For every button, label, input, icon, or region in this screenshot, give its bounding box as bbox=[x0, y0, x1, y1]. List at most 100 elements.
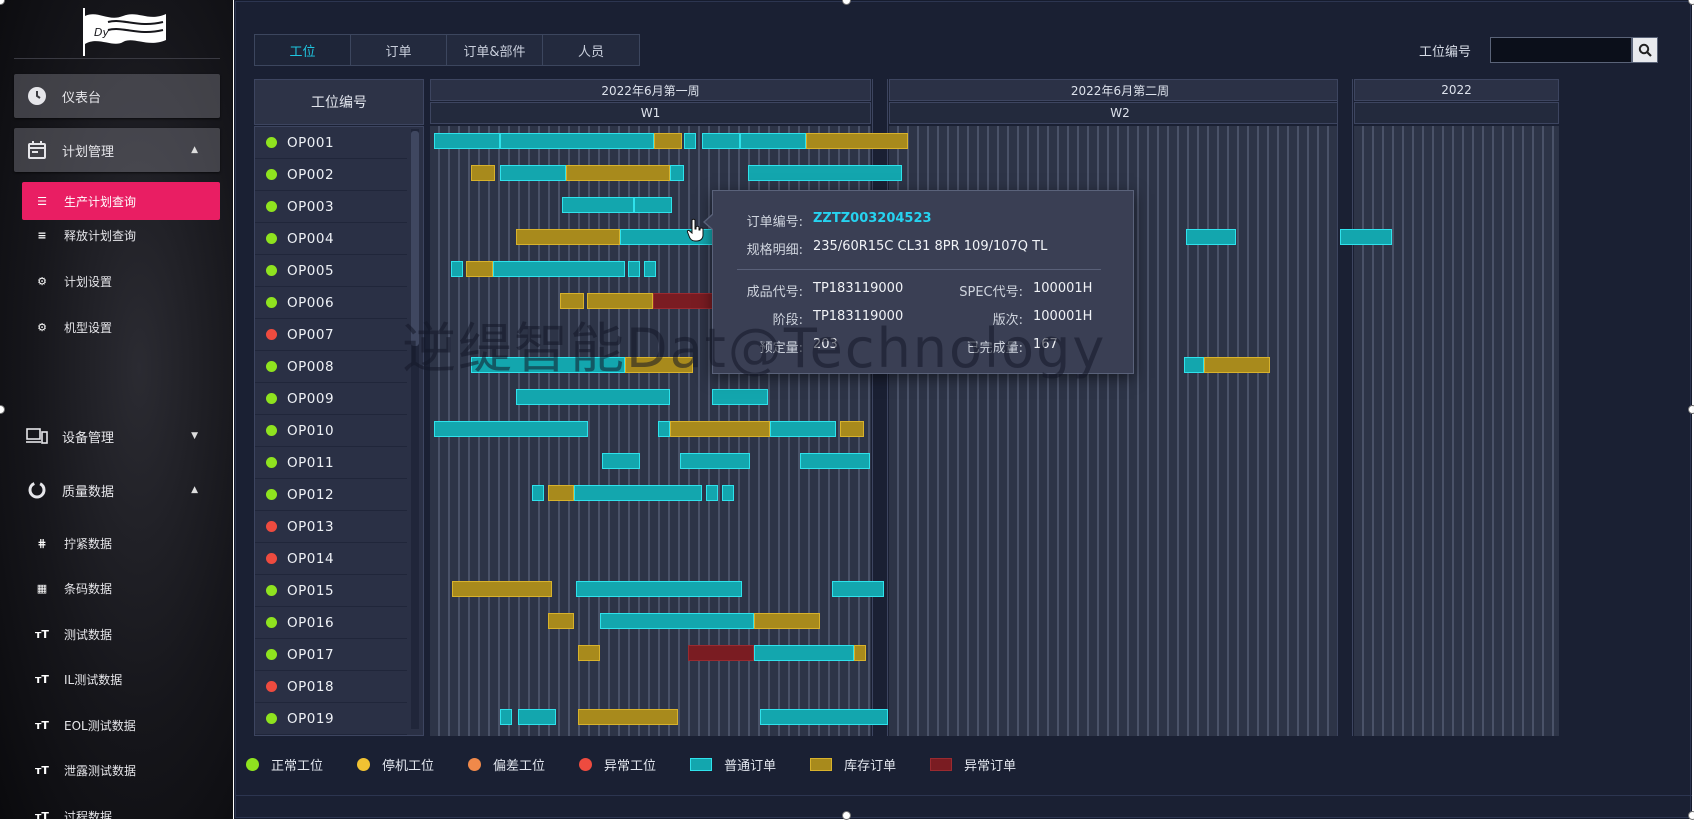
tab-order-parts[interactable]: 订单&部件 bbox=[447, 35, 543, 65]
order-bar[interactable] bbox=[1204, 357, 1270, 373]
order-bar[interactable] bbox=[471, 165, 495, 181]
sub-quality-item[interactable]: ᴛT IL测试数据 bbox=[22, 661, 220, 699]
sub-quality-item[interactable]: ᴛT 测试数据 bbox=[22, 615, 220, 653]
order-bar[interactable] bbox=[702, 133, 740, 149]
order-bar[interactable] bbox=[434, 133, 500, 149]
sub-production-plan-query[interactable]: ☰ 生产计划查询 bbox=[22, 182, 220, 220]
order-bar[interactable] bbox=[760, 709, 888, 725]
order-bar[interactable] bbox=[670, 421, 770, 437]
tab-order[interactable]: 订单 bbox=[351, 35, 447, 65]
order-bar[interactable] bbox=[500, 133, 654, 149]
order-bar[interactable] bbox=[452, 581, 552, 597]
order-bar[interactable] bbox=[1340, 229, 1392, 245]
order-bar[interactable] bbox=[493, 261, 625, 277]
order-bar[interactable] bbox=[684, 133, 696, 149]
order-bar[interactable] bbox=[754, 645, 854, 661]
order-bar[interactable] bbox=[688, 645, 754, 661]
order-bar[interactable] bbox=[548, 485, 574, 501]
station-row[interactable]: OP006 bbox=[255, 287, 407, 319]
order-bar[interactable] bbox=[854, 645, 866, 661]
order-bar[interactable] bbox=[600, 613, 754, 629]
order-bar[interactable] bbox=[740, 133, 806, 149]
order-bar[interactable] bbox=[770, 421, 836, 437]
station-row[interactable]: OP019 bbox=[255, 703, 407, 735]
order-bar[interactable] bbox=[625, 357, 693, 373]
station-row[interactable]: OP018 bbox=[255, 671, 407, 703]
order-bar[interactable] bbox=[706, 485, 718, 501]
station-row[interactable]: OP005 bbox=[255, 255, 407, 287]
order-bar[interactable] bbox=[451, 261, 463, 277]
order-bar[interactable] bbox=[516, 229, 620, 245]
sub-quality-item[interactable]: ⋕ 拧紧数据 bbox=[22, 524, 220, 562]
menu-dashboard[interactable]: 仪表台 bbox=[14, 74, 220, 118]
tab-station[interactable]: 工位 bbox=[255, 35, 351, 65]
sub-quality-item[interactable]: ᴛT EOL测试数据 bbox=[22, 706, 220, 744]
station-row[interactable]: OP012 bbox=[255, 479, 407, 511]
order-bar[interactable] bbox=[658, 421, 670, 437]
order-bar[interactable] bbox=[722, 485, 734, 501]
order-bar[interactable] bbox=[578, 709, 678, 725]
station-row[interactable]: OP002 bbox=[255, 159, 407, 191]
order-bar[interactable] bbox=[680, 453, 750, 469]
order-bar[interactable] bbox=[840, 421, 864, 437]
station-row[interactable]: OP017 bbox=[255, 639, 407, 671]
order-bar[interactable] bbox=[832, 581, 884, 597]
station-search-input[interactable] bbox=[1490, 37, 1632, 63]
order-bar[interactable] bbox=[500, 165, 566, 181]
station-row[interactable]: OP009 bbox=[255, 383, 407, 415]
menu-device-management[interactable]: 设备管理 ▼ bbox=[14, 414, 220, 458]
order-bar[interactable] bbox=[1184, 357, 1204, 373]
station-scrollbar[interactable] bbox=[411, 129, 419, 729]
station-row[interactable]: OP008 bbox=[255, 351, 407, 383]
sub-quality-item[interactable]: ᴛT 泄露测试数据 bbox=[22, 752, 220, 790]
station-row[interactable]: OP001 bbox=[255, 127, 407, 159]
station-row[interactable]: OP015 bbox=[255, 575, 407, 607]
station-row[interactable]: OP011 bbox=[255, 447, 407, 479]
order-bar[interactable] bbox=[602, 453, 640, 469]
order-bar[interactable] bbox=[634, 197, 672, 213]
order-bar[interactable] bbox=[466, 261, 493, 277]
order-bar[interactable] bbox=[574, 485, 702, 501]
order-bar[interactable] bbox=[566, 165, 670, 181]
order-bar[interactable] bbox=[560, 293, 584, 309]
station-row[interactable]: OP007 bbox=[255, 319, 407, 351]
menu-quality-data[interactable]: 质量数据 ▲ bbox=[14, 468, 220, 512]
scrollbar-thumb[interactable] bbox=[411, 131, 419, 346]
order-bar[interactable] bbox=[800, 453, 870, 469]
order-bar[interactable] bbox=[562, 197, 634, 213]
sub-quality-item[interactable]: ▦ 条码数据 bbox=[22, 570, 220, 608]
order-bar[interactable] bbox=[532, 485, 544, 501]
order-bar[interactable] bbox=[516, 389, 670, 405]
order-bar[interactable] bbox=[806, 133, 908, 149]
search-button[interactable] bbox=[1632, 37, 1658, 63]
order-bar[interactable] bbox=[748, 165, 902, 181]
order-bar[interactable] bbox=[654, 133, 682, 149]
station-row[interactable]: OP013 bbox=[255, 511, 407, 543]
resize-handle[interactable] bbox=[1688, 405, 1694, 414]
station-row[interactable]: OP004 bbox=[255, 223, 407, 255]
order-bar[interactable] bbox=[628, 261, 640, 277]
order-bar[interactable] bbox=[471, 357, 625, 373]
order-bar[interactable] bbox=[578, 645, 600, 661]
tab-personnel[interactable]: 人员 bbox=[543, 35, 639, 65]
order-bar[interactable] bbox=[434, 421, 588, 437]
order-bar[interactable] bbox=[644, 261, 656, 277]
order-bar[interactable] bbox=[548, 613, 574, 629]
station-row[interactable]: OP010 bbox=[255, 415, 407, 447]
station-row[interactable]: OP003 bbox=[255, 191, 407, 223]
order-bar[interactable] bbox=[576, 581, 742, 597]
sub-quality-item[interactable]: ᴛT 过程数据 bbox=[22, 797, 220, 820]
sub-model-settings[interactable]: ⚙ 机型设置 bbox=[22, 308, 220, 346]
station-row[interactable]: OP016 bbox=[255, 607, 407, 639]
order-bar[interactable] bbox=[754, 613, 820, 629]
sub-release-plan-query[interactable]: ≡ 释放计划查询 bbox=[22, 216, 220, 254]
station-row[interactable]: OP014 bbox=[255, 543, 407, 575]
sub-plan-settings[interactable]: ⚙ 计划设置 bbox=[22, 262, 220, 300]
order-bar[interactable] bbox=[518, 709, 556, 725]
order-bar[interactable] bbox=[500, 709, 512, 725]
order-bar[interactable] bbox=[712, 389, 768, 405]
order-bar[interactable] bbox=[587, 293, 653, 309]
order-bar[interactable] bbox=[1186, 229, 1236, 245]
order-bar[interactable] bbox=[670, 165, 684, 181]
menu-plan-management[interactable]: 计划管理 ▲ bbox=[14, 128, 220, 172]
